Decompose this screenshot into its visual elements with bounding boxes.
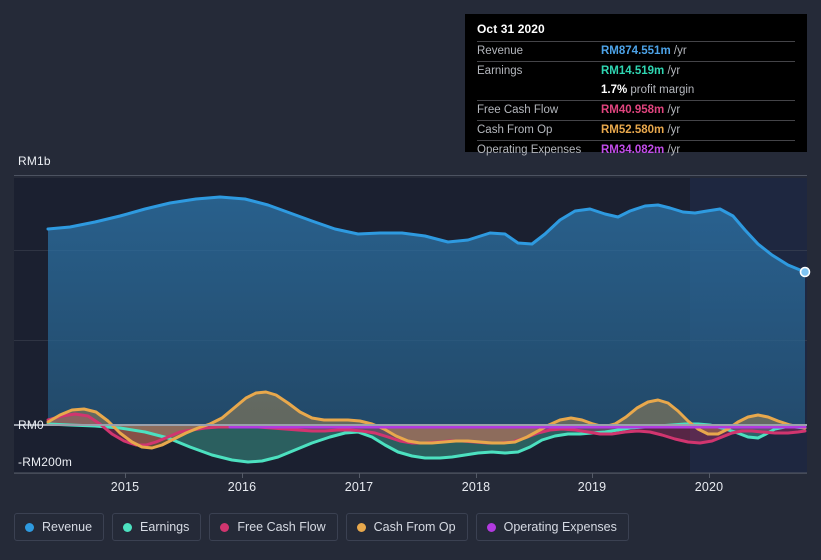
tooltip-spacer <box>477 81 601 101</box>
tooltip-metric-value: RM40.958m /yr <box>601 100 795 121</box>
legend-item-label: Revenue <box>42 520 93 534</box>
chart-legend[interactable]: Revenue Earnings Free Cash Flow Cash From O… <box>14 513 629 541</box>
tooltip-profit-margin: 1.7% profit margin <box>601 84 695 96</box>
tooltip-metric-name: Operating Expenses <box>477 140 601 160</box>
revenue-endpoint-marker <box>799 266 811 278</box>
chart-area[interactable]: RM1b RM0 -RM200m 2015 2016 2017 2018 2019 202… <box>0 0 821 505</box>
tooltip-metric-value: RM34.082m /yr <box>601 140 795 160</box>
tooltip-row: Free Cash Flow RM40.958m /yr <box>477 100 795 121</box>
legend-color-dot-icon <box>486 522 496 532</box>
tooltip-table: Revenue RM874.551m /yr Earnings RM14.519m /… <box>477 41 795 160</box>
legend-item-label: Free Cash Flow <box>237 520 326 534</box>
legend-color-dot-icon <box>123 522 133 532</box>
legend-item-cash-from-op[interactable]: Cash From Op <box>345 513 468 541</box>
tooltip-metric-name: Free Cash Flow <box>477 100 601 121</box>
y-axis-label-zero: RM0 <box>18 418 44 432</box>
financial-chart-page: RM1b RM0 -RM200m 2015 2016 2017 2018 2019 202… <box>0 0 821 560</box>
legend-color-dot-icon <box>356 522 366 532</box>
legend-color-dot-icon <box>220 522 230 532</box>
tooltip-metric-name: Cash From Op <box>477 120 601 141</box>
legend-item-label: Cash From Op <box>373 520 456 534</box>
x-axis-tick-label: 2020 <box>694 480 724 494</box>
legend-color-dot-icon <box>25 522 34 532</box>
legend-item-earnings[interactable]: Earnings <box>112 513 202 541</box>
data-tooltip: Oct 31 2020 Revenue RM874.551m /yr Earning… <box>466 15 806 160</box>
x-axis-tick-label: 2017 <box>344 480 374 494</box>
legend-item-operating-expenses[interactable]: Operating Expenses <box>475 513 629 541</box>
tooltip-metric-name: Earnings <box>477 61 601 81</box>
tooltip-metric-name: Revenue <box>477 41 601 62</box>
y-axis-label-top: RM1b <box>18 154 51 168</box>
tooltip-row: Cash From Op RM52.580m /yr <box>477 120 795 141</box>
tooltip-row: Operating Expenses RM34.082m /yr <box>477 140 795 160</box>
x-axis-tick-label: 2016 <box>227 480 257 494</box>
legend-item-label: Earnings <box>140 520 190 534</box>
x-axis-tick-label: 2015 <box>110 480 140 494</box>
x-axis-tick-label: 2019 <box>577 480 607 494</box>
y-axis-label-bottom: -RM200m <box>18 455 73 469</box>
legend-item-free-cash-flow[interactable]: Free Cash Flow <box>209 513 338 541</box>
tooltip-date: Oct 31 2020 <box>477 22 545 36</box>
legend-item-revenue[interactable]: Revenue <box>14 513 105 541</box>
tooltip-row: Earnings RM14.519m /yr <box>477 61 795 81</box>
tooltip-metric-value: RM874.551m /yr <box>601 41 795 62</box>
tooltip-metric-value: RM14.519m /yr <box>601 61 795 81</box>
tooltip-profit-margin-row: 1.7% profit margin <box>477 81 795 101</box>
legend-item-label: Operating Expenses <box>503 520 617 534</box>
x-axis-tick-label: 2018 <box>461 480 491 494</box>
tooltip-row: Revenue RM874.551m /yr <box>477 41 795 62</box>
tooltip-metric-value: RM52.580m /yr <box>601 120 795 141</box>
